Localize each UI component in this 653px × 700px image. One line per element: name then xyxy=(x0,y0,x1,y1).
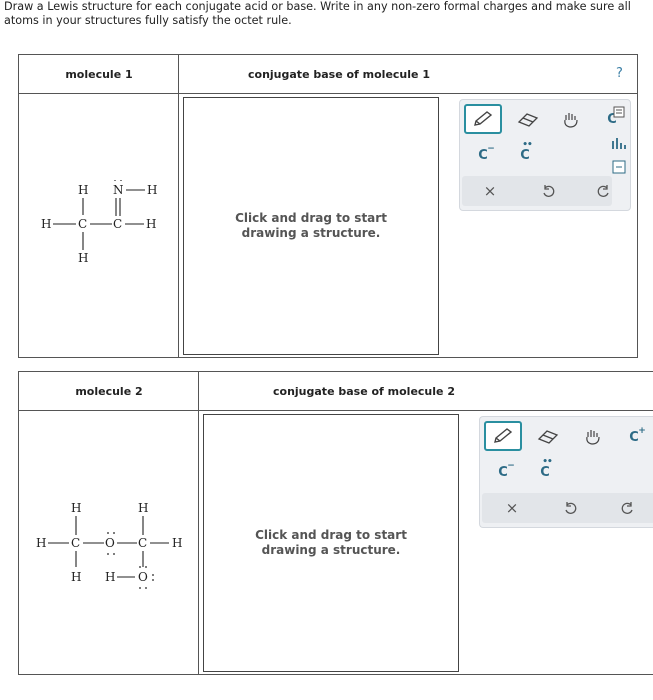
periodic-table-icon xyxy=(613,106,625,118)
canvas-hint: Click and drag to start drawing a struct… xyxy=(235,211,387,240)
chart-tool-button[interactable] xyxy=(610,134,628,152)
atom-c: C xyxy=(113,217,123,231)
atom-o: O xyxy=(138,570,148,584)
drawing-canvas-2[interactable]: Click and drag to start drawing a struct… xyxy=(203,414,459,672)
atom-c: C xyxy=(138,536,148,550)
atom-h: H xyxy=(172,536,183,550)
column-divider xyxy=(198,372,199,674)
molecule-2-structure: H H H C O C H H H O xyxy=(35,500,195,590)
clear-button[interactable]: × xyxy=(500,497,524,519)
carbanion-button[interactable]: C − xyxy=(492,460,515,483)
action-bar: × xyxy=(482,493,653,523)
problem-1-header-row: molecule 1 conjugate base of molecule 1 … xyxy=(19,55,637,94)
atom-n: N xyxy=(113,183,124,197)
hand-icon xyxy=(564,113,578,128)
clear-button[interactable]: × xyxy=(478,180,502,202)
atom-h: H xyxy=(138,501,149,515)
atom-h: H xyxy=(105,570,116,584)
column-divider xyxy=(178,55,179,357)
chart-icon xyxy=(612,138,626,149)
problem-2-header-row: molecule 2 conjugate base of molecule 2 xyxy=(19,372,653,411)
atom-h: H xyxy=(41,217,52,231)
molecule-1-structure: H N H H C C H H xyxy=(39,180,169,270)
atom-h: H xyxy=(78,183,89,197)
pencil-icon xyxy=(494,428,513,443)
pencil-icon xyxy=(474,111,493,126)
molecule-1-header: molecule 1 xyxy=(65,67,133,81)
undo-icon xyxy=(543,185,555,197)
eraser-icon xyxy=(537,430,559,444)
atom-h: H xyxy=(36,536,47,550)
close-icon: × xyxy=(483,182,497,200)
eraser-tool-button[interactable] xyxy=(534,425,562,449)
undo-icon xyxy=(565,502,577,514)
carbocation-label: C + xyxy=(629,425,646,445)
conjugate-base-2-header: conjugate base of molecule 2 xyxy=(273,384,455,398)
carbanion-label: C − xyxy=(478,143,495,163)
problem-1-panel: molecule 1 conjugate base of molecule 1 … xyxy=(18,54,638,358)
atom-h: H xyxy=(146,217,157,231)
eraser-icon xyxy=(517,113,539,127)
atom-c: C xyxy=(78,217,88,231)
atom-h: H xyxy=(71,501,82,515)
instructions: Draw a Lewis structure for each conjugat… xyxy=(4,0,631,27)
canvas-hint: Click and drag to start drawing a struct… xyxy=(255,528,407,557)
carbocation-button[interactable]: C + xyxy=(622,425,646,449)
redo-icon xyxy=(621,502,633,514)
atom-o: O xyxy=(105,536,115,550)
hand-icon xyxy=(586,430,600,445)
undo-button[interactable] xyxy=(558,497,582,519)
hand-tool-button[interactable] xyxy=(558,108,584,132)
carbon-lone-pair-label: •• C xyxy=(520,139,532,163)
info-tool-button[interactable] xyxy=(610,158,628,176)
atom-c: C xyxy=(71,536,81,550)
atom-h: H xyxy=(147,183,158,197)
eraser-tool-button[interactable] xyxy=(514,108,542,132)
hand-tool-button[interactable] xyxy=(580,425,606,449)
redo-button[interactable] xyxy=(616,497,640,519)
carbon-lone-pair-label: •• C xyxy=(540,456,552,480)
pencil-tool-button[interactable] xyxy=(484,421,522,451)
help-button[interactable]: ? xyxy=(616,66,623,81)
carbon-lone-pair-button[interactable]: •• C xyxy=(514,139,536,166)
drawing-toolbar-1: C C − •• C × xyxy=(459,99,631,211)
pencil-tool-button[interactable] xyxy=(464,104,502,134)
close-icon: × xyxy=(505,499,519,517)
carbon-lone-pair-button[interactable]: •• C xyxy=(534,456,556,483)
problem-2-panel: molecule 2 conjugate base of molecule 2 … xyxy=(18,371,653,675)
atom-h: H xyxy=(78,251,89,265)
carbanion-button[interactable]: C − xyxy=(472,143,495,166)
redo-button[interactable] xyxy=(592,180,616,202)
action-bar: × xyxy=(462,176,612,206)
info-icon xyxy=(612,160,626,174)
carbon-plus-button[interactable]: C xyxy=(600,106,625,132)
conjugate-base-1-header: conjugate base of molecule 1 xyxy=(248,67,430,81)
carbanion-label: C − xyxy=(498,460,515,480)
drawing-canvas-1[interactable]: Click and drag to start drawing a struct… xyxy=(183,97,439,355)
atom-h: H xyxy=(71,570,82,584)
redo-icon xyxy=(597,185,609,197)
molecule-2-header: molecule 2 xyxy=(75,384,143,398)
undo-button[interactable] xyxy=(536,180,560,202)
drawing-toolbar-2: C + C − •• C × xyxy=(479,416,653,528)
